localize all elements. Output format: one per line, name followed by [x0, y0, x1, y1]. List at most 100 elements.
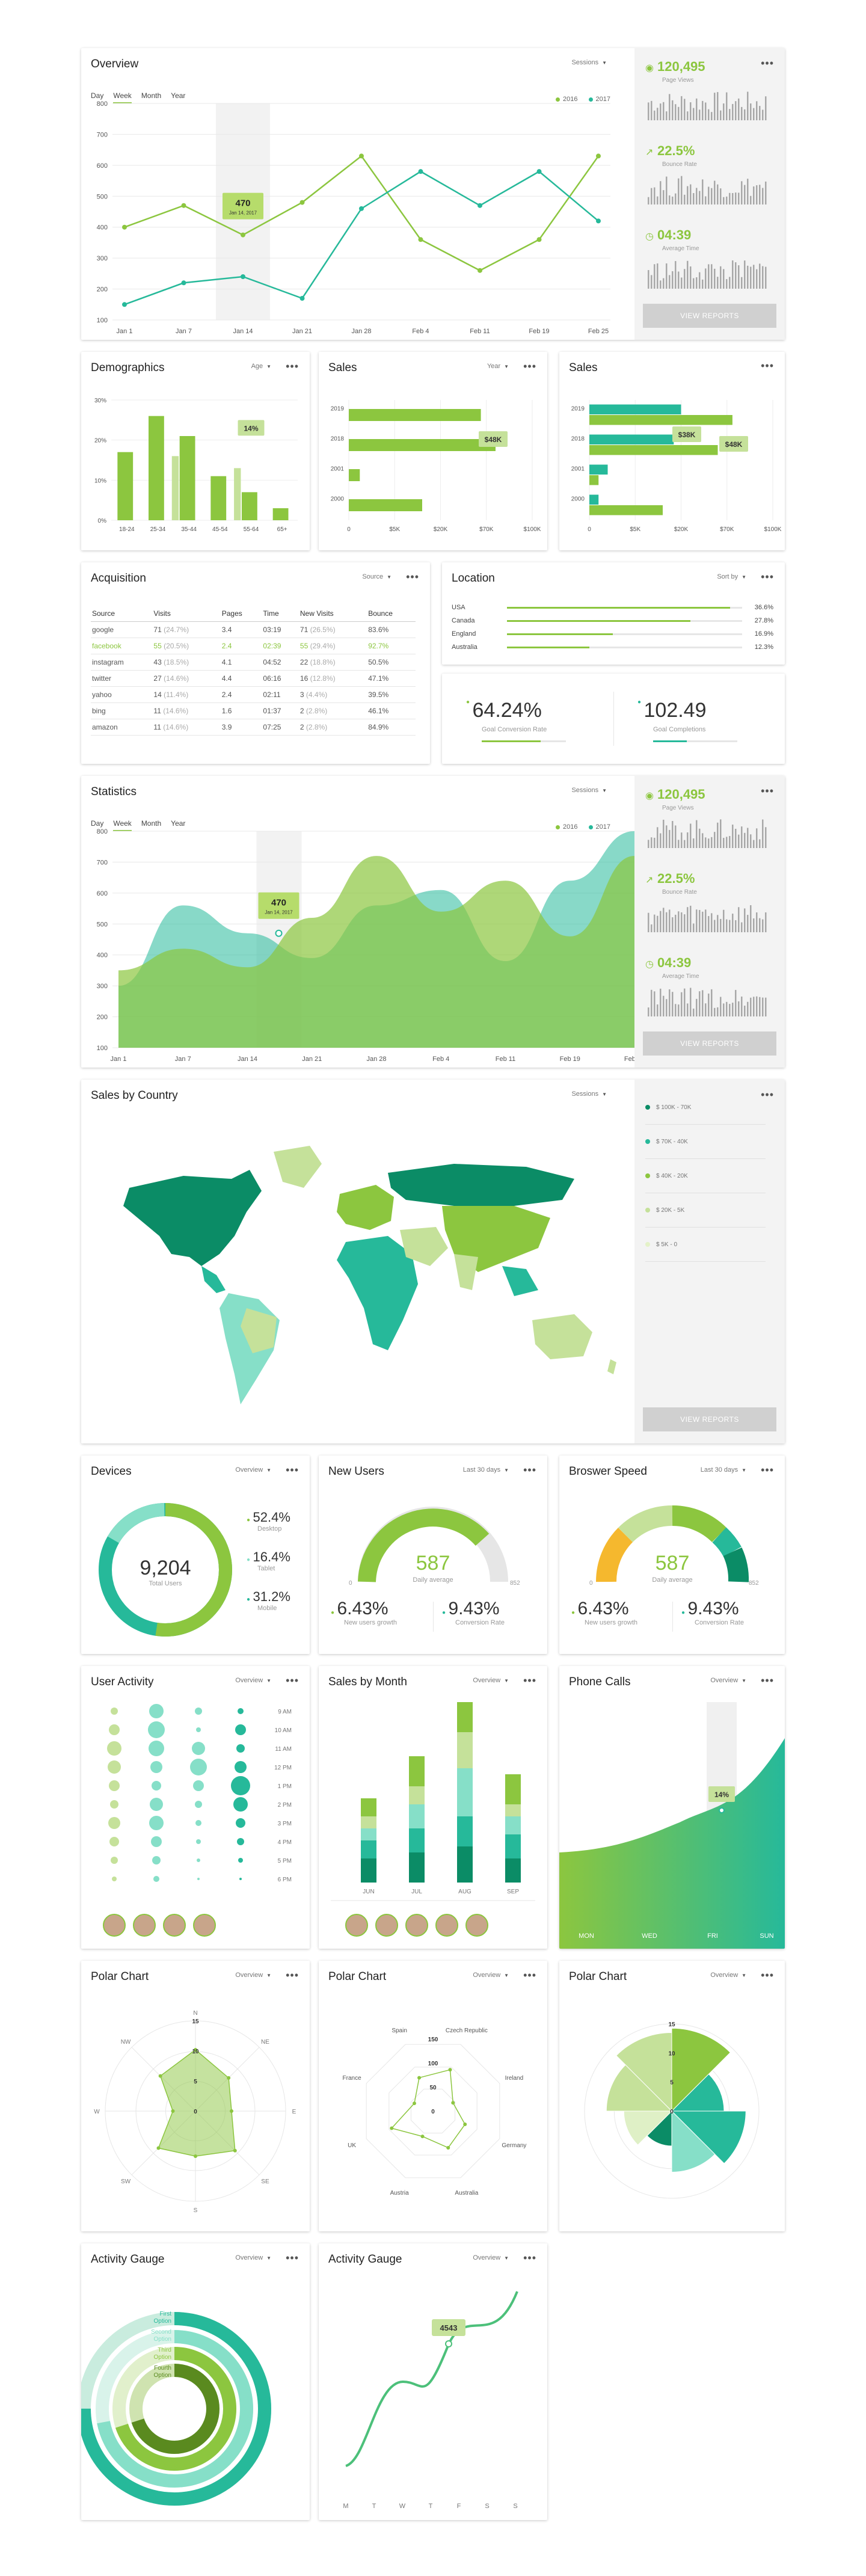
- radar-area[interactable]: [158, 2049, 236, 2157]
- more-icon[interactable]: •••: [523, 1970, 536, 1981]
- activity-bubble[interactable]: [195, 1801, 202, 1808]
- activity-bubble[interactable]: [237, 1838, 244, 1845]
- bar[interactable]: [349, 409, 481, 421]
- avatar[interactable]: [345, 1914, 368, 1937]
- data-point[interactable]: [596, 153, 601, 159]
- overview-dropdown[interactable]: Overview ▼ •••: [235, 2252, 299, 2263]
- column-header[interactable]: Visits: [152, 606, 221, 622]
- radar-point[interactable]: [448, 2068, 452, 2072]
- bar-secondary[interactable]: [171, 456, 179, 520]
- avatar[interactable]: [405, 1914, 428, 1937]
- stack-segment[interactable]: [505, 1774, 521, 1804]
- location-row[interactable]: Canada 27.8%: [452, 614, 773, 627]
- radar-outline[interactable]: [390, 2069, 466, 2148]
- avatar[interactable]: [465, 1914, 488, 1937]
- activity-bubble[interactable]: [109, 1780, 120, 1791]
- overview-dropdown[interactable]: Overview ▼ •••: [235, 1675, 299, 1686]
- activity-bubble[interactable]: [151, 1836, 162, 1847]
- sort-dropdown[interactable]: Sort by ▼ •••: [717, 571, 774, 582]
- stack-segment[interactable]: [457, 1846, 473, 1883]
- data-point[interactable]: [418, 169, 423, 174]
- activity-bubble[interactable]: [112, 1877, 117, 1881]
- radar-point[interactable]: [446, 2145, 450, 2150]
- radar-point[interactable]: [463, 2123, 467, 2127]
- more-icon[interactable]: •••: [761, 1675, 774, 1686]
- activity-bubble[interactable]: [197, 1858, 200, 1862]
- stack-segment[interactable]: [457, 1732, 473, 1768]
- bar-series-2[interactable]: [589, 475, 599, 485]
- bar-series-1[interactable]: [589, 464, 608, 475]
- table-row[interactable]: yahoo 14 (11.4%) 2.4 02:11 3 (4.4%) 39.5%: [91, 686, 416, 703]
- activity-bubble[interactable]: [195, 1708, 202, 1715]
- more-icon[interactable]: •••: [761, 58, 774, 69]
- activity-bubble[interactable]: [195, 1820, 201, 1826]
- radar-point[interactable]: [417, 2076, 422, 2080]
- more-icon[interactable]: •••: [523, 1465, 536, 1475]
- activity-bubble[interactable]: [149, 1741, 164, 1756]
- india-region[interactable]: [454, 1254, 478, 1290]
- activity-bubble[interactable]: [193, 1780, 204, 1791]
- radar-point[interactable]: [230, 2109, 233, 2113]
- data-point[interactable]: [359, 206, 364, 211]
- activity-bubble[interactable]: [109, 1837, 119, 1846]
- greenland-region[interactable]: [274, 1146, 322, 1188]
- column-header[interactable]: Bounce: [367, 606, 416, 622]
- europe-region[interactable]: [337, 1185, 394, 1230]
- column-header[interactable]: Pages: [220, 606, 262, 622]
- bar[interactable]: [242, 492, 257, 520]
- avatar[interactable]: [193, 1914, 216, 1937]
- overview-dropdown[interactable]: Overview ▼ •••: [235, 1970, 299, 1981]
- series-line-2016[interactable]: [124, 155, 600, 272]
- overview-dropdown[interactable]: Overview ▼ •••: [473, 1970, 536, 1981]
- bar-series-2[interactable]: [589, 505, 663, 515]
- bar[interactable]: [179, 436, 195, 520]
- bar-series-1[interactable]: [589, 494, 599, 505]
- sessions-dropdown[interactable]: Sessions ▼: [571, 1090, 607, 1098]
- data-point[interactable]: [596, 218, 601, 224]
- activity-bubble[interactable]: [149, 1816, 164, 1830]
- activity-bubble[interactable]: [152, 1856, 161, 1864]
- stack-segment[interactable]: [457, 1768, 473, 1816]
- activity-line[interactable]: [345, 2291, 518, 2467]
- radar-point[interactable]: [158, 2074, 162, 2078]
- radar-point[interactable]: [420, 2135, 425, 2139]
- stack-segment[interactable]: [361, 1798, 376, 1816]
- avatar[interactable]: [103, 1914, 126, 1937]
- more-icon[interactable]: •••: [286, 361, 299, 372]
- more-icon[interactable]: •••: [523, 1675, 536, 1686]
- column-header[interactable]: Time: [262, 606, 299, 622]
- activity-bubble[interactable]: [235, 1761, 247, 1773]
- more-icon[interactable]: •••: [286, 1465, 299, 1475]
- series-line-2017[interactable]: [124, 170, 599, 306]
- bar-secondary[interactable]: [234, 468, 241, 520]
- radar-point[interactable]: [156, 2146, 161, 2150]
- overview-dropdown[interactable]: Overview ▼ •••: [473, 1675, 536, 1686]
- stack-segment[interactable]: [505, 1804, 521, 1816]
- table-row[interactable]: google 71 (24.7%) 3.4 03:19 71 (26.5%) 83.6%: [91, 621, 416, 638]
- data-point[interactable]: [536, 237, 542, 242]
- more-icon[interactable]: •••: [286, 1675, 299, 1686]
- view-reports-button[interactable]: VIEW REPORTS: [643, 1031, 776, 1056]
- avatar[interactable]: [435, 1914, 458, 1937]
- legend-item[interactable]: $ 70K - 40K: [645, 1125, 766, 1159]
- bar-series-2[interactable]: [589, 445, 718, 455]
- radar-point[interactable]: [194, 2154, 197, 2158]
- data-point[interactable]: [181, 280, 186, 286]
- period-dropdown[interactable]: Last 30 days ▼ •••: [463, 1465, 536, 1475]
- activity-bubble[interactable]: [149, 1704, 164, 1718]
- legend-item[interactable]: $ 5K - 0: [645, 1228, 766, 1262]
- more-icon[interactable]: •••: [286, 2252, 299, 2263]
- bar[interactable]: [210, 476, 227, 520]
- more-icon[interactable]: •••: [761, 571, 774, 582]
- tooltip-point[interactable]: [445, 2340, 452, 2347]
- stack-segment[interactable]: [505, 1858, 521, 1883]
- new-zealand-region[interactable]: [607, 1359, 616, 1374]
- more-icon[interactable]: •••: [523, 361, 536, 372]
- stack-segment[interactable]: [457, 1816, 473, 1846]
- radar-point[interactable]: [171, 2109, 175, 2113]
- data-point[interactable]: [418, 237, 423, 242]
- radar-point[interactable]: [390, 2126, 394, 2130]
- avatar[interactable]: [375, 1914, 398, 1937]
- avatar[interactable]: [133, 1914, 156, 1937]
- phone-calls-area[interactable]: [559, 1738, 785, 1949]
